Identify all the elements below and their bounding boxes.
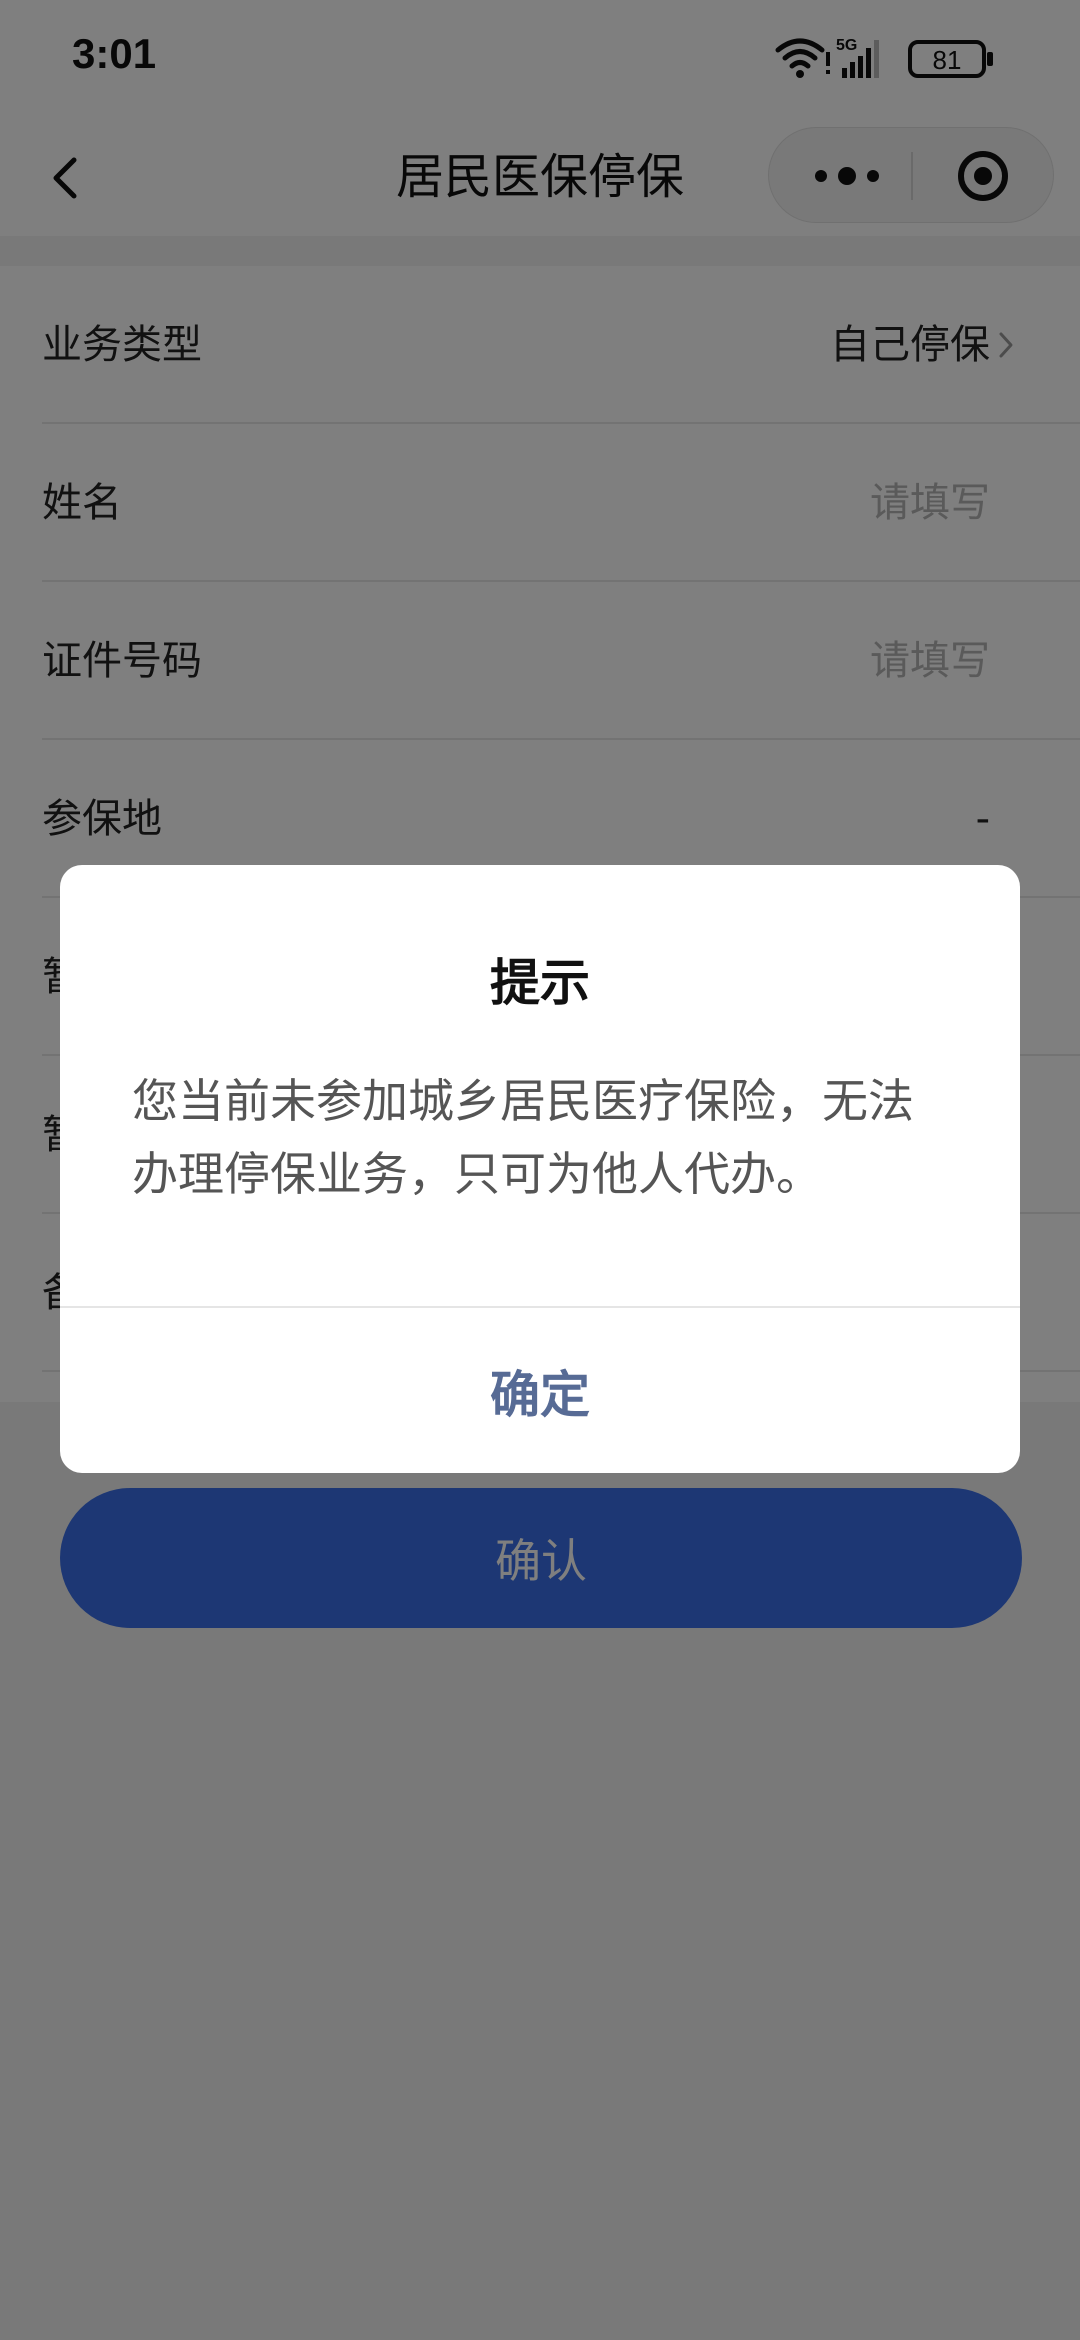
dialog-message: 您当前未参加城乡居民医疗保险，无法办理停保业务，只可为他人代办。 — [132, 1074, 914, 1201]
alert-dialog: 提示 您当前未参加城乡居民医疗保险，无法办理停保业务，只可为他人代办。 确定 — [60, 865, 1020, 1473]
dialog-title: 提示 — [490, 954, 590, 1012]
dialog-ok-button[interactable]: 确定 — [60, 1308, 1020, 1473]
